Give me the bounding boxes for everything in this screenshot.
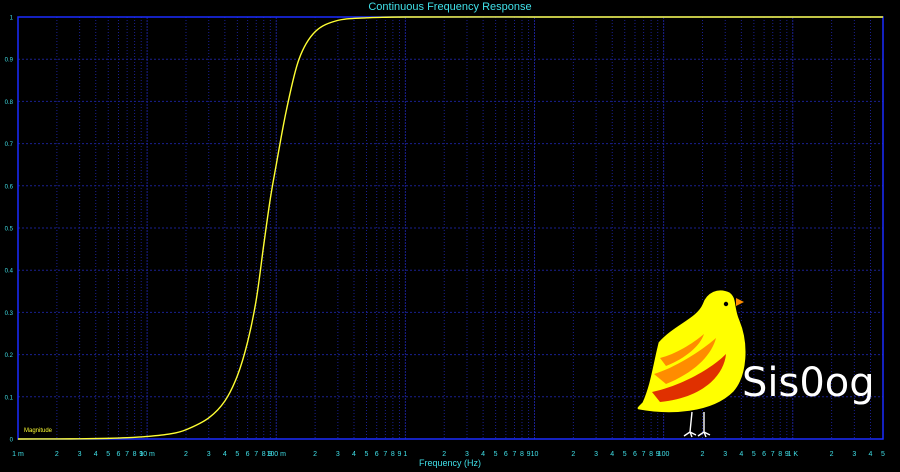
- y-tick-labels: 0 0.1 0.2 0.3 0.4 0.5 0.6 0.7 0.8 0.9 1: [5, 16, 14, 444]
- x-minor-tick-label: 2: [571, 451, 575, 458]
- x-minor-tick-label: 8: [133, 451, 137, 458]
- x-minor-tick-label: 3: [336, 451, 340, 458]
- x-minor-tick-label: 8: [262, 451, 266, 458]
- x-minor-tick-label: 2: [313, 451, 317, 458]
- y-tick-label: 0: [10, 438, 14, 444]
- x-minor-tick-label: 8: [520, 451, 524, 458]
- x-major-tick-label: 10 m: [139, 451, 155, 458]
- x-minor-tick-label: 2: [442, 451, 446, 458]
- bird-icon: [636, 288, 747, 438]
- x-major-tick-label: 1 m: [12, 451, 24, 458]
- x-minor-tick-label: 3: [594, 451, 598, 458]
- x-tick-labels: 1 m 2 3 4 5 6 7 8 910 m 2 3 4 5 6 7 8 9100 m234567891234…: [12, 451, 885, 458]
- x-minor-tick-label: 4: [610, 451, 614, 458]
- x-minor-tick-label: 6: [504, 451, 508, 458]
- x-minor-tick-label: 2: [184, 451, 188, 458]
- x-minor-tick-label: 8: [778, 451, 782, 458]
- x-minor-tick-label: 3: [207, 451, 211, 458]
- y-tick-label: 0.5: [5, 227, 14, 233]
- x-minor-tick-label: 7: [513, 451, 517, 458]
- y-axis-label: Magnitude: [24, 428, 53, 434]
- x-minor-tick-label: 8: [391, 451, 395, 458]
- x-minor-tick-label: 7: [771, 451, 775, 458]
- x-minor-tick-label: 4: [739, 451, 743, 458]
- y-tick-label: 0.9: [5, 58, 14, 64]
- x-major-tick-label: 1: [403, 451, 407, 458]
- x-minor-tick-label: 6: [246, 451, 250, 458]
- x-minor-tick-label: 3: [852, 451, 856, 458]
- x-minor-tick-label: 8: [649, 451, 653, 458]
- x-minor-tick-label: 6: [117, 451, 121, 458]
- y-tick-label: 0.6: [5, 184, 14, 190]
- sisoog-bird-logo: Sis0og: [636, 288, 875, 438]
- x-major-tick-label: 1 K: [787, 451, 798, 458]
- x-minor-tick-label: 2: [55, 451, 59, 458]
- y-tick-label: 0.3: [5, 311, 14, 317]
- x-minor-tick-label: 4: [94, 451, 98, 458]
- x-minor-tick-label: 3: [723, 451, 727, 458]
- logo-wordmark: Sis0og: [742, 360, 875, 406]
- x-minor-tick-label: 4: [869, 451, 873, 458]
- x-minor-tick-label: 7: [125, 451, 129, 458]
- y-tick-label: 0.2: [5, 353, 14, 359]
- x-minor-tick-label: 6: [762, 451, 766, 458]
- x-minor-tick-label: 5: [106, 451, 110, 458]
- x-minor-tick-label: 3: [465, 451, 469, 458]
- y-tick-label: 0.7: [5, 142, 14, 148]
- x-minor-tick-label: 7: [383, 451, 387, 458]
- x-minor-tick-label: 5: [494, 451, 498, 458]
- x-minor-tick-label: 5: [365, 451, 369, 458]
- y-tick-label: 0.4: [5, 269, 14, 275]
- y-tick-label: 0.1: [5, 395, 14, 401]
- x-minor-tick-label: 7: [254, 451, 258, 458]
- x-minor-tick-label: 9: [398, 451, 402, 458]
- x-minor-tick-label: 7: [642, 451, 646, 458]
- x-major-tick-label: 100 m: [267, 451, 287, 458]
- x-minor-tick-label: 3: [78, 451, 82, 458]
- x-major-tick-label: 10: [531, 451, 539, 458]
- y-tick-label: 0.8: [5, 100, 14, 106]
- x-minor-tick-label: 4: [481, 451, 485, 458]
- x-minor-tick-label: 6: [375, 451, 379, 458]
- x-minor-tick-label: 5: [752, 451, 756, 458]
- x-axis-label: Frequency (Hz): [418, 458, 481, 468]
- x-minor-tick-label: 5: [881, 451, 885, 458]
- chart-container: Continuous Frequency Response 1 m2345678…: [0, 0, 900, 472]
- x-major-tick-label: 100: [658, 451, 670, 458]
- x-minor-tick-label: 5: [623, 451, 627, 458]
- y-tick-label: 1: [10, 16, 14, 22]
- x-minor-tick-label: 4: [352, 451, 356, 458]
- x-minor-tick-label: 6: [633, 451, 637, 458]
- x-minor-tick-label: 5: [235, 451, 239, 458]
- x-minor-tick-label: 2: [701, 451, 705, 458]
- x-minor-tick-label: 4: [223, 451, 227, 458]
- x-minor-tick-label: 2: [830, 451, 834, 458]
